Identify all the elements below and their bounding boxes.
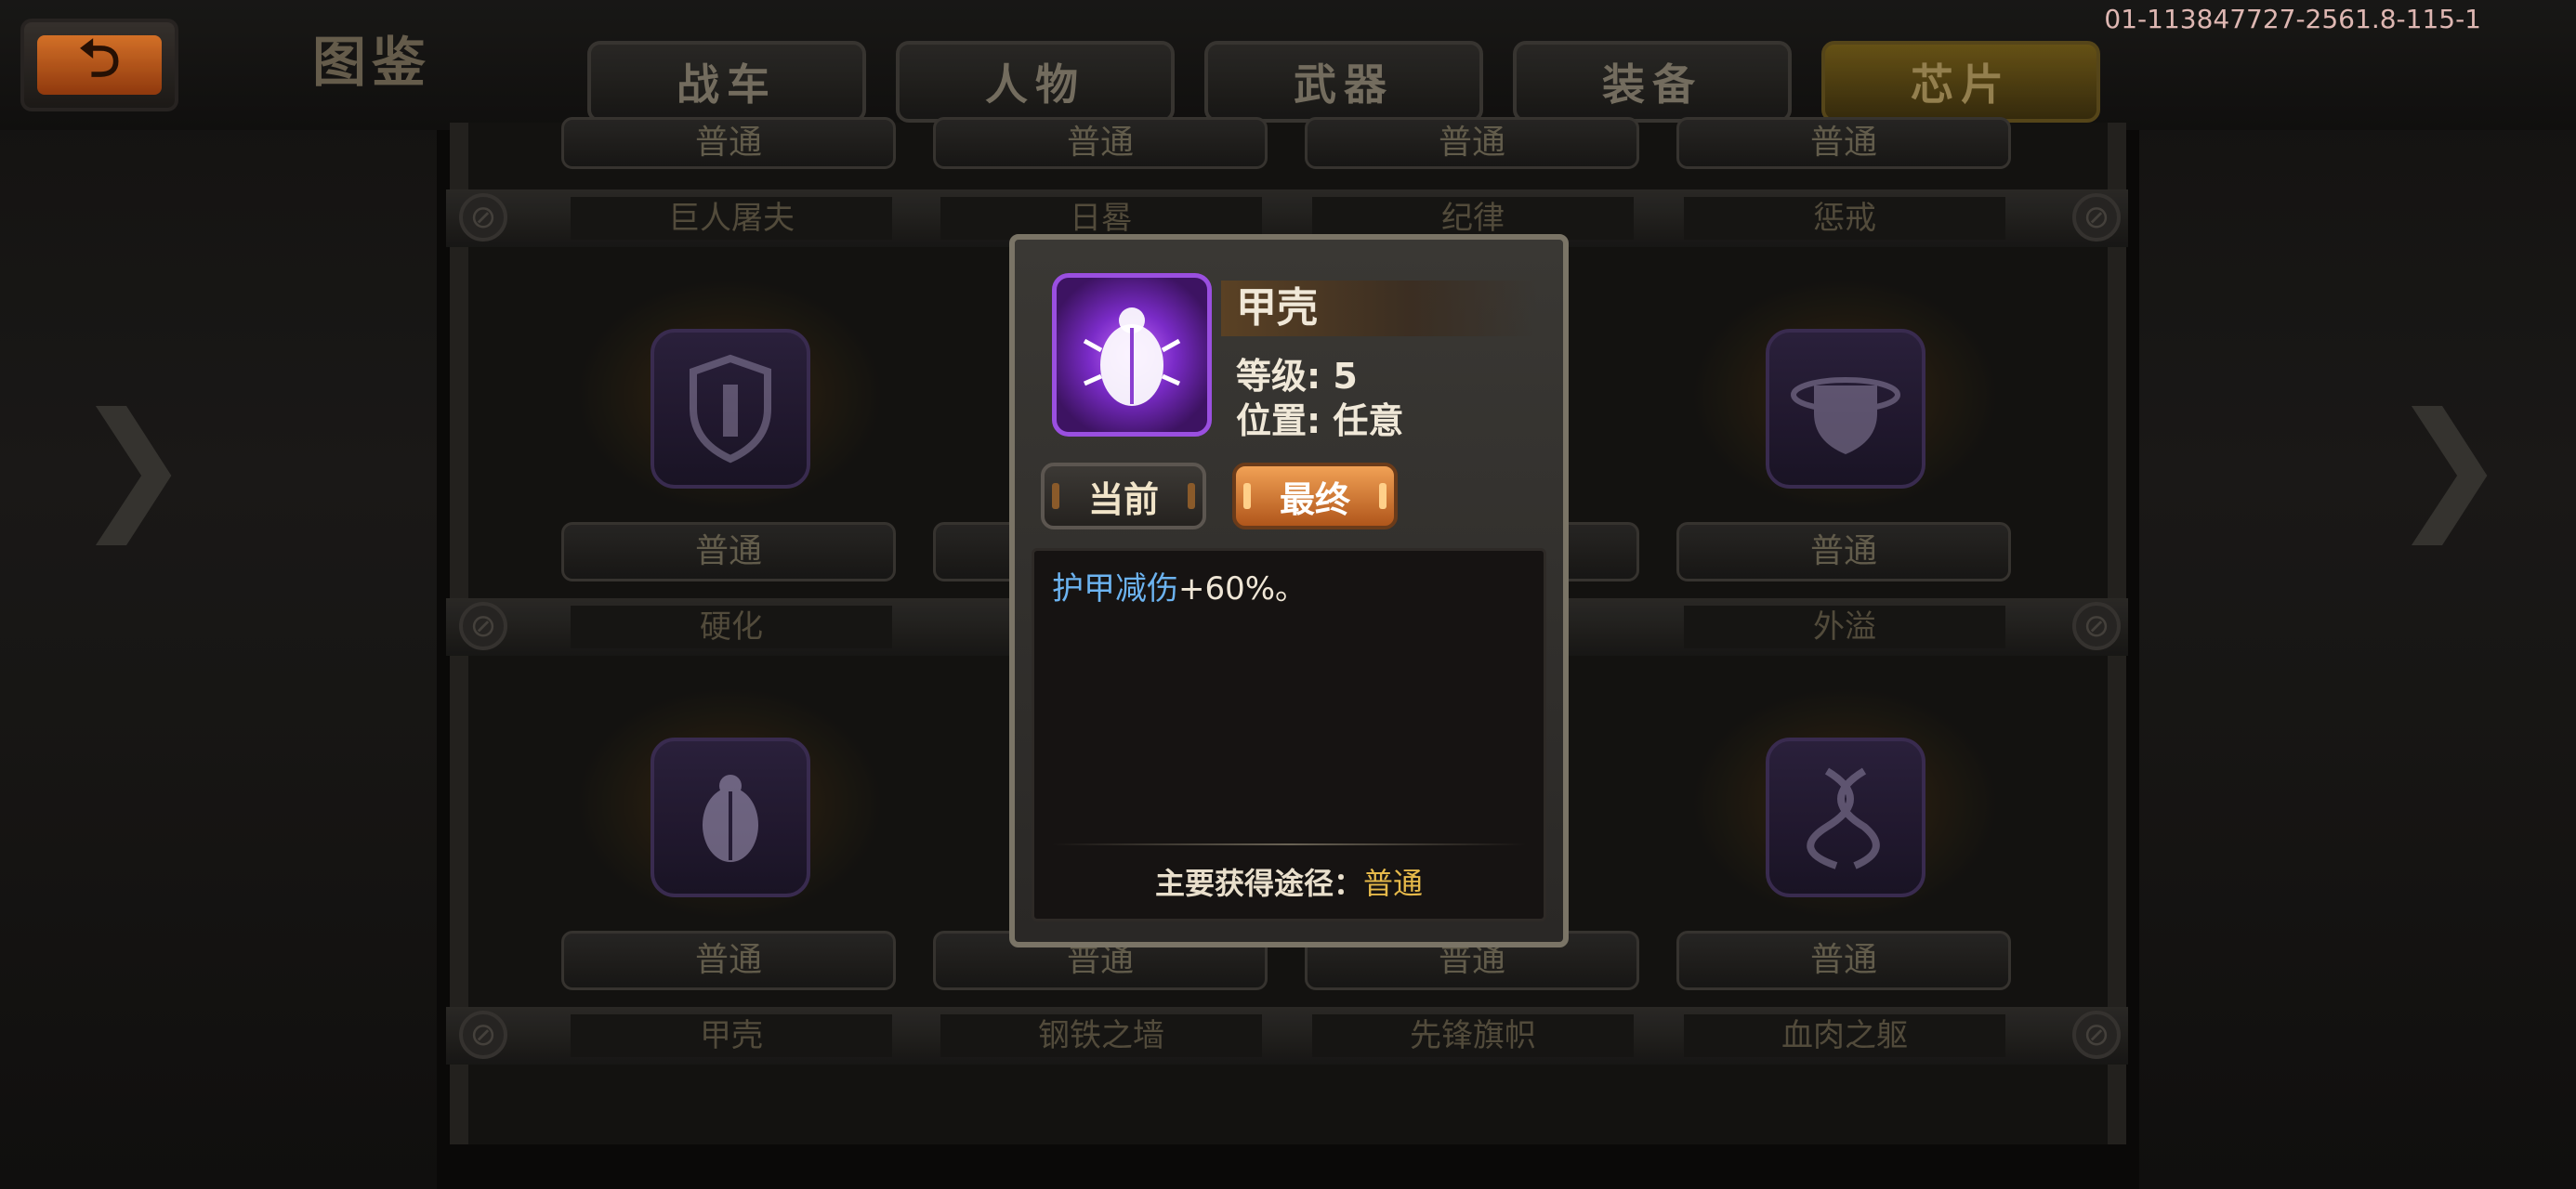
source-label: 主要获得途径： [1154, 866, 1363, 901]
item-level: 等级: 5 [1236, 356, 1358, 397]
item-description: 护甲减伤+60%。 [1052, 563, 1307, 608]
current-level-label: 当前 [1087, 478, 1159, 520]
item-position: 位置: 任意 [1236, 400, 1404, 441]
chip-detail-popup: 甲壳 等级: 5 位置: 任意 当前 最终 护甲减伤+60%。 主要获得途径：普… [1009, 234, 1569, 947]
final-level-label: 最终 [1279, 478, 1350, 520]
current-level-button[interactable]: 当前 [1041, 463, 1206, 529]
button-cap [1243, 483, 1251, 509]
beetle-icon [1052, 273, 1212, 437]
button-cap [1052, 483, 1059, 509]
button-cap [1379, 483, 1387, 509]
divider [1052, 843, 1526, 845]
button-cap [1188, 483, 1195, 509]
acquisition-source: 主要获得途径：普通 [1015, 860, 1563, 903]
item-name: 甲壳 [1236, 284, 1318, 332]
description-value: +60%。 [1178, 570, 1308, 608]
source-value: 普通 [1363, 866, 1424, 901]
final-level-button[interactable]: 最终 [1232, 463, 1398, 529]
description-keyword: 护甲减伤 [1052, 570, 1178, 608]
